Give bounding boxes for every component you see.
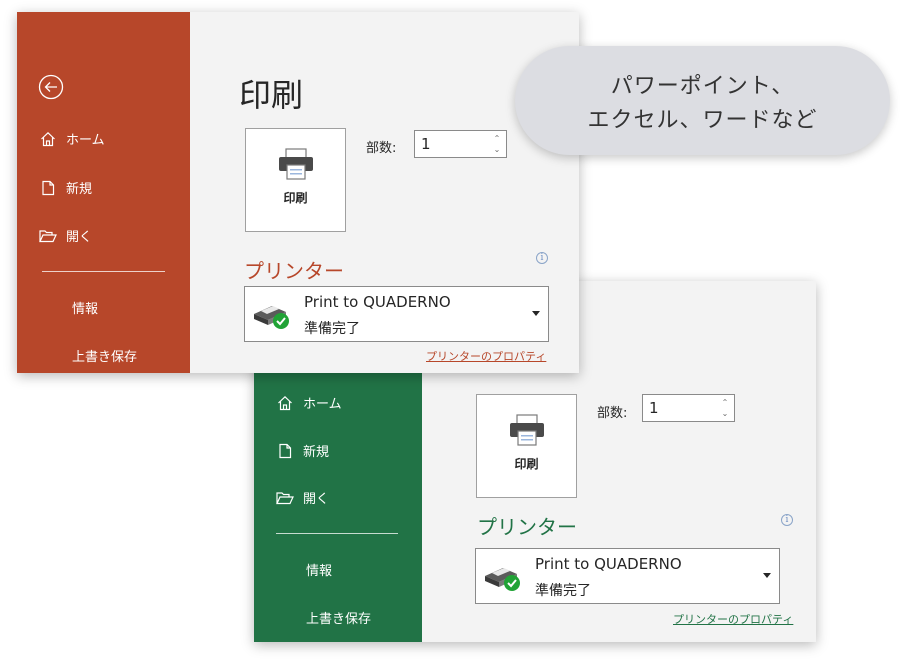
print-button[interactable]: 印刷 bbox=[476, 394, 577, 498]
sidebar-item-open[interactable]: 開く bbox=[39, 226, 92, 245]
print-button[interactable]: 印刷 bbox=[245, 128, 346, 232]
callout-line-1: パワーポイント、 bbox=[610, 74, 795, 99]
printer-name: Print to QUADERNO bbox=[304, 293, 451, 311]
sidebar-item-home[interactable]: ホーム bbox=[39, 129, 105, 148]
sidebar-item-new[interactable]: 新規 bbox=[39, 178, 92, 197]
sidebar-item-open-label: 開く bbox=[303, 492, 330, 507]
info-icon[interactable]: i bbox=[781, 514, 793, 526]
powerpoint-print-window: ホーム 新規 開く 情報 上書き保存 印刷 印刷 部数: 1 ⌃ ⌄ プリンター… bbox=[17, 12, 579, 373]
open-folder-icon bbox=[276, 489, 294, 507]
open-folder-icon bbox=[39, 227, 57, 245]
printer-status: 準備完了 bbox=[304, 321, 360, 337]
sidebar-item-info[interactable]: 情報 bbox=[72, 298, 98, 317]
sidebar-item-save[interactable]: 上書き保存 bbox=[72, 346, 137, 365]
printer-dropdown[interactable]: Print to QUADERNO 準備完了 bbox=[244, 286, 549, 342]
sidebar-divider bbox=[276, 533, 398, 534]
callout-bubble: パワーポイント、 エクセル、ワードなど bbox=[515, 46, 890, 155]
dropdown-caret-icon bbox=[763, 573, 771, 578]
copies-label: 部数: bbox=[597, 406, 628, 421]
new-document-icon bbox=[39, 179, 57, 197]
sidebar-item-info[interactable]: 情報 bbox=[306, 560, 332, 579]
sidebar-item-new[interactable]: 新規 bbox=[276, 441, 329, 460]
sidebar-item-open-label: 開く bbox=[66, 230, 93, 245]
sidebar-item-open[interactable]: 開く bbox=[276, 488, 329, 507]
sidebar-item-home[interactable]: ホーム bbox=[276, 393, 342, 412]
new-document-icon bbox=[276, 442, 294, 460]
dropdown-caret-icon bbox=[532, 311, 540, 316]
sidebar-item-home-label: ホーム bbox=[303, 397, 342, 412]
spin-down-icon[interactable]: ⌄ bbox=[492, 145, 502, 155]
sidebar-item-new-label: 新規 bbox=[66, 182, 93, 197]
copies-label: 部数: bbox=[366, 141, 397, 156]
copies-stepper[interactable]: ⌃ ⌄ bbox=[414, 130, 507, 158]
powerpoint-backstage-sidebar: ホーム 新規 開く 情報 上書き保存 bbox=[17, 12, 190, 373]
printer-heading: プリンター bbox=[477, 515, 577, 539]
printer-name: Print to QUADERNO bbox=[535, 555, 682, 573]
sidebar-item-new-label: 新規 bbox=[303, 445, 330, 460]
sidebar-item-home-label: ホーム bbox=[66, 133, 105, 148]
printer-ready-icon bbox=[252, 300, 292, 334]
printer-heading: プリンター bbox=[244, 259, 344, 283]
spin-up-icon[interactable]: ⌃ bbox=[720, 398, 730, 408]
printer-ready-icon bbox=[483, 562, 523, 596]
print-button-label: 印刷 bbox=[514, 457, 539, 471]
sidebar-item-save[interactable]: 上書き保存 bbox=[306, 608, 371, 627]
printer-icon bbox=[508, 413, 546, 451]
home-icon bbox=[276, 394, 294, 412]
spin-down-icon[interactable]: ⌄ bbox=[720, 409, 730, 419]
copies-stepper[interactable]: ⌃ ⌄ bbox=[642, 394, 735, 422]
printer-properties-link[interactable]: プリンターのプロパティ bbox=[426, 348, 546, 364]
info-icon[interactable]: i bbox=[536, 252, 548, 264]
spin-up-icon[interactable]: ⌃ bbox=[492, 134, 502, 144]
sidebar-divider bbox=[42, 271, 165, 272]
printer-dropdown[interactable]: Print to QUADERNO 準備完了 bbox=[475, 548, 780, 604]
home-icon bbox=[39, 130, 57, 148]
printer-properties-link[interactable]: プリンターのプロパティ bbox=[673, 611, 793, 627]
print-button-label: 印刷 bbox=[283, 191, 308, 205]
copies-input[interactable] bbox=[415, 131, 489, 157]
copies-input[interactable] bbox=[643, 395, 717, 421]
printer-status: 準備完了 bbox=[535, 583, 591, 599]
callout-line-2: エクセル、ワードなど bbox=[587, 108, 818, 133]
page-title: 印刷 bbox=[239, 76, 304, 114]
back-arrow-icon[interactable] bbox=[38, 74, 64, 104]
printer-icon bbox=[277, 147, 315, 185]
